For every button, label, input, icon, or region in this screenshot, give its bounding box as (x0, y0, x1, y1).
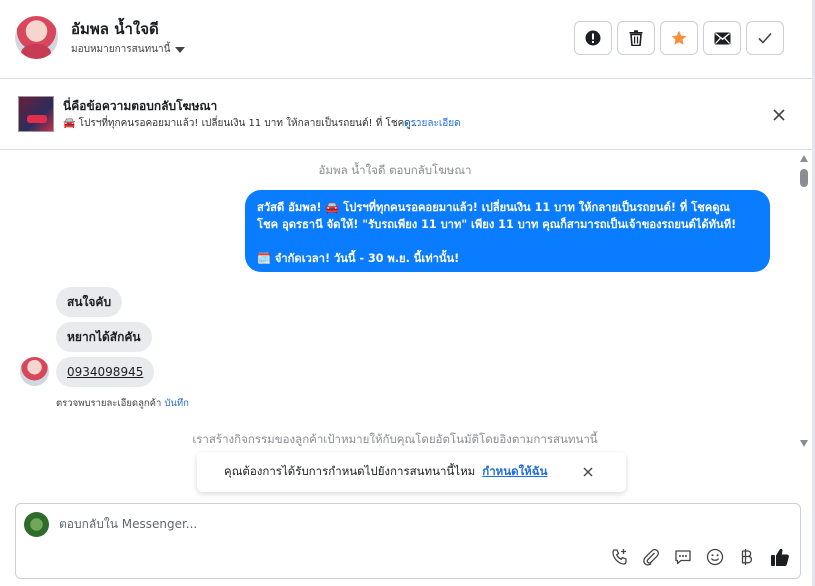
attachment-icon (643, 549, 660, 566)
assign-prompt-text: คุณต้องการได้รับการกำหนดไปยังการสนทนานี้… (224, 464, 476, 478)
incoming-message-bubble[interactable]: หยากได้สักคัน (56, 322, 152, 352)
outgoing-message-bubble[interactable]: สวัสดี อัมพล! 🚘 โปรฯที่ทุกคนรอคอยมาแล้ว!… (245, 190, 770, 272)
star-button[interactable] (660, 21, 698, 55)
detail-note-text: ตรวจพบรายละเอียดลูกค้า (56, 398, 162, 409)
envelope-icon (714, 32, 730, 44)
scroll-up-arrow-icon[interactable] (800, 155, 808, 162)
like-icon (771, 548, 789, 566)
message-line: 🗓️ จำกัดเวลา! วันนี้ - 30 พ.ย. นี้เท่านั… (257, 252, 460, 265)
mark-unread-button[interactable] (703, 21, 741, 55)
mark-spam-button[interactable] (574, 21, 612, 55)
assign-label: มอบหมายการสนทนานี้ (71, 44, 171, 55)
assign-conversation-dropdown[interactable]: มอบหมายการสนทนานี้ (71, 42, 186, 57)
ad-reply-note: อัมพล น้ำใจดี ตอบกลับโฆษณา (318, 163, 472, 177)
mark-done-button[interactable] (746, 21, 784, 55)
message-text: หยากได้สักคัน (67, 329, 141, 344)
assign-prompt-toast: คุณต้องการได้รับการกำหนดไปยังการสนทนานี้… (197, 452, 626, 492)
reply-input[interactable] (59, 517, 659, 531)
caret-down-icon (175, 46, 186, 53)
ad-thumbnail[interactable] (18, 96, 54, 132)
contact-name[interactable]: อัมพล น้ำใจดี (71, 17, 159, 41)
ad-details-link[interactable]: ดูรายละเอียด (404, 116, 461, 131)
contact-avatar-small[interactable] (20, 357, 49, 386)
incoming-message-bubble[interactable]: สนใจคับ (56, 287, 123, 317)
message-line: สวัสดี อัมพล! 🚘 โปรฯที่ทุกคนรอคอยมาแล้ว!… (257, 201, 730, 214)
close-ad-banner-button[interactable] (768, 104, 790, 126)
send-like-button[interactable] (770, 547, 790, 567)
ad-snippet: 🚘 โปรฯที่ทุกคนรอคอยมาแล้ว! เปลี่ยนเงิน 1… (63, 118, 421, 129)
scroll-down-arrow-icon[interactable] (800, 440, 808, 447)
add-call-button[interactable] (610, 547, 630, 567)
thread-scrollbar[interactable] (797, 153, 811, 450)
message-line (257, 233, 758, 250)
close-icon (583, 467, 593, 477)
emoji-button[interactable] (705, 547, 725, 567)
message-line: โชค อุดรธานี จัดให้! "รับรถเพียง 11 บาท"… (257, 218, 737, 231)
conversation-header: อัมพล น้ำใจดี มอบหมายการสนทนานี้ (0, 0, 812, 79)
incoming-phone-bubble[interactable]: 0934098945 (56, 357, 155, 387)
phone-number-link[interactable]: 0934098945 (67, 365, 143, 379)
save-detail-link[interactable]: บันทึก (164, 398, 189, 409)
ad-reply-title: นี่คือข้อความตอบกลับโฆษณา (63, 99, 218, 113)
scrollbar-thumb[interactable] (800, 169, 808, 187)
auto-assign-note: เราสร้างกิจกรรมของลูกค้าเป้าหมายให้กับคุ… (192, 432, 598, 446)
trash-icon (629, 30, 643, 46)
exclamation-circle-icon (585, 30, 601, 46)
reply-composer (15, 503, 801, 579)
saved-reply-icon (675, 550, 691, 565)
page-avatar (24, 512, 49, 537)
customer-detail-note: ตรวจพบรายละเอียดลูกค้า บันทึก (56, 396, 189, 411)
star-icon (671, 30, 687, 45)
close-icon (773, 109, 785, 121)
attach-file-button[interactable] (641, 547, 661, 567)
add-call-icon (612, 549, 627, 565)
message-text: สนใจคับ (67, 294, 112, 309)
payment-button[interactable] (737, 547, 757, 567)
emoji-icon (706, 548, 724, 566)
conversation-panel: อัมพล น้ำใจดี มอบหมายการสนทนานี้ นี่คือข… (0, 0, 815, 586)
checkmark-icon (758, 32, 772, 44)
saved-reply-button[interactable] (673, 547, 693, 567)
delete-button[interactable] (617, 21, 655, 55)
contact-avatar[interactable] (15, 16, 58, 59)
close-toast-button[interactable] (580, 464, 596, 480)
currency-baht-icon (741, 549, 753, 565)
assign-to-me-link[interactable]: กำหนดให้ฉัน (482, 463, 547, 481)
